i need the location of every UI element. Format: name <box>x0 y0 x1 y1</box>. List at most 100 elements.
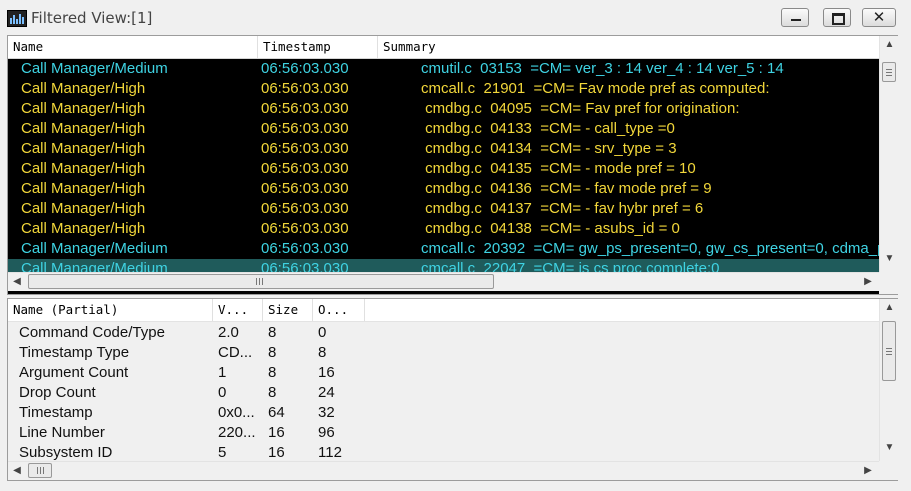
detail-row-value: 5 <box>218 444 227 461</box>
detail-row-size: 8 <box>268 364 277 381</box>
detail-horizontal-scrollbar[interactable]: ◀ ▶ <box>8 461 879 480</box>
log-row[interactable]: Call Manager/High 06:56:03.030 cmdbg.c 04… <box>8 119 879 139</box>
detail-row-value: 1 <box>218 364 227 381</box>
scroll-down-arrow-icon[interactable]: ▼ <box>880 439 899 457</box>
log-row-name: Call Manager/High <box>21 120 146 137</box>
log-header: Name Timestamp Summary <box>8 36 879 59</box>
scroll-left-arrow-icon[interactable]: ◀ <box>8 462 26 480</box>
log-row-name: Call Manager/High <box>21 200 146 217</box>
detail-row-value: 2.0 <box>218 324 239 341</box>
scroll-left-arrow-icon[interactable]: ◀ <box>8 273 26 291</box>
detail-row[interactable]: Timestamp 0x0... 64 32 <box>8 403 879 423</box>
detail-row[interactable]: Command Code/Type 2.0 8 0 <box>8 323 879 343</box>
detail-row[interactable]: Timestamp Type CD... 8 8 <box>8 343 879 363</box>
log-row-timestamp: 06:56:03.030 <box>261 220 349 237</box>
log-row-timestamp: 06:56:03.030 <box>261 100 349 117</box>
log-row-name: Call Manager/High <box>21 140 146 157</box>
log-row[interactable]: Call Manager/High 06:56:03.030 cmdbg.c 04… <box>8 139 879 159</box>
log-row-summary: cmdbg.c 04137 =CM= - fav hybr pref = 6 <box>421 200 704 217</box>
detail-row-name: Timestamp Type <box>19 344 130 361</box>
maximize-icon <box>832 13 845 25</box>
log-row-name: Call Manager/High <box>21 160 146 177</box>
minimize-icon <box>791 19 801 21</box>
log-horizontal-scrollbar[interactable]: ◀ ▶ <box>8 272 879 291</box>
detail-row-name: Command Code/Type <box>19 324 165 341</box>
column-name-partial[interactable]: Name (Partial) <box>8 299 213 321</box>
detail-row-name: Drop Count <box>19 384 96 401</box>
column-value[interactable]: V... <box>213 299 263 321</box>
column-size[interactable]: Size <box>263 299 313 321</box>
log-row-summary: cmcall.c 22047 =CM= is cs proc complete:… <box>421 260 720 272</box>
log-row[interactable]: Call Manager/Medium 06:56:03.030 cmutil.c … <box>8 59 879 79</box>
column-summary[interactable]: Summary <box>378 36 879 58</box>
scroll-right-arrow-icon[interactable]: ▶ <box>859 462 877 480</box>
detail-rows: Command Code/Type 2.0 8 0 Timestamp Type CD..… <box>8 323 879 463</box>
detail-row-offset: 112 <box>318 444 342 461</box>
log-row-name: Call Manager/High <box>21 100 146 117</box>
log-row-timestamp: 06:56:03.030 <box>261 80 349 97</box>
detail-row[interactable]: Subsystem ID 5 16 112 <box>8 443 879 463</box>
detail-row-offset: 16 <box>318 364 335 381</box>
column-timestamp[interactable]: Timestamp <box>258 36 378 58</box>
detail-row[interactable]: Line Number 220... 16 96 <box>8 423 879 443</box>
detail-header: Name (Partial) V... Size O... <box>8 299 879 322</box>
scroll-up-arrow-icon[interactable]: ▲ <box>880 299 899 317</box>
log-row[interactable]: Call Manager/High 06:56:03.030 cmdbg.c 04… <box>8 99 879 119</box>
close-icon: ✕ <box>872 9 886 26</box>
log-row-timestamp: 06:56:03.030 <box>261 160 349 177</box>
log-row[interactable]: Call Manager/High 06:56:03.030 cmdbg.c 04… <box>8 219 879 239</box>
scroll-up-arrow-icon[interactable]: ▲ <box>880 36 899 54</box>
detail-horizontal-scroll-thumb[interactable] <box>28 463 52 478</box>
log-row-timestamp: 06:56:03.030 <box>261 180 349 197</box>
log-row[interactable]: Call Manager/High 06:56:03.030 cmcall.c 21… <box>8 79 879 99</box>
column-offset[interactable]: O... <box>313 299 365 321</box>
log-row-summary: cmcall.c 21901 =CM= Fav mode pref as com… <box>421 80 770 97</box>
log-row[interactable]: Call Manager/High 06:56:03.030 cmdbg.c 04… <box>8 159 879 179</box>
close-button[interactable]: ✕ <box>862 8 896 27</box>
scrollbar-corner <box>879 272 898 294</box>
detail-vertical-scroll-thumb[interactable] <box>882 321 896 381</box>
maximize-button[interactable] <box>823 8 851 27</box>
detail-row-value: CD... <box>218 344 253 361</box>
log-row-timestamp: 06:56:03.030 <box>261 120 349 137</box>
detail-row-name: Argument Count <box>19 364 129 381</box>
window-title: Filtered View:[1] <box>31 9 153 27</box>
log-row-name: Call Manager/High <box>21 220 146 237</box>
scroll-down-arrow-icon[interactable]: ▼ <box>880 250 899 268</box>
log-vertical-scroll-thumb[interactable] <box>882 62 896 82</box>
log-row-summary: cmutil.c 03153 =CM= ver_3 : 14 ver_4 : 1… <box>421 60 784 77</box>
detail-row[interactable]: Drop Count 0 8 24 <box>8 383 879 403</box>
scrollbar-corner <box>879 461 898 480</box>
log-row[interactable]: Call Manager/Medium 06:56:03.030 cmcall.c … <box>8 259 879 272</box>
log-row-timestamp: 06:56:03.030 <box>261 240 349 257</box>
log-row-name: Call Manager/Medium <box>21 240 168 257</box>
log-view[interactable]: Name Timestamp Summary Call Manager/Medi… <box>7 35 899 295</box>
detail-row-size: 8 <box>268 344 277 361</box>
log-row-timestamp: 06:56:03.030 <box>261 60 349 77</box>
log-horizontal-scroll-thumb[interactable] <box>28 274 494 289</box>
log-row[interactable]: Call Manager/High 06:56:03.030 cmdbg.c 04… <box>8 179 879 199</box>
detail-row-offset: 96 <box>318 424 335 441</box>
log-row-timestamp: 06:56:03.030 <box>261 260 349 272</box>
detail-row-size: 64 <box>268 404 285 421</box>
detail-row[interactable]: Argument Count 1 8 16 <box>8 363 879 383</box>
detail-row-size: 8 <box>268 384 277 401</box>
detail-row-offset: 32 <box>318 404 335 421</box>
detail-row-offset: 24 <box>318 384 335 401</box>
detail-view[interactable]: Name (Partial) V... Size O... Command Co… <box>7 298 899 481</box>
column-name[interactable]: Name <box>8 36 258 58</box>
detail-vertical-scrollbar[interactable]: ▲ ▼ <box>879 299 899 461</box>
log-row-summary: cmdbg.c 04095 =CM= Fav pref for originat… <box>421 100 740 117</box>
detail-row-offset: 8 <box>318 344 327 361</box>
detail-row-size: 16 <box>268 444 285 461</box>
log-row-name: Call Manager/High <box>21 180 146 197</box>
minimize-button[interactable] <box>781 8 809 27</box>
log-row[interactable]: Call Manager/Medium 06:56:03.030 cmcall.c … <box>8 239 879 259</box>
scroll-right-arrow-icon[interactable]: ▶ <box>859 273 877 291</box>
app-icon <box>7 10 27 27</box>
detail-row-name: Timestamp <box>19 404 93 421</box>
log-row[interactable]: Call Manager/High 06:56:03.030 cmdbg.c 04… <box>8 199 879 219</box>
detail-row-offset: 0 <box>318 324 327 341</box>
detail-row-name: Line Number <box>19 424 105 441</box>
log-vertical-scrollbar[interactable]: ▲ ▼ <box>879 36 899 272</box>
